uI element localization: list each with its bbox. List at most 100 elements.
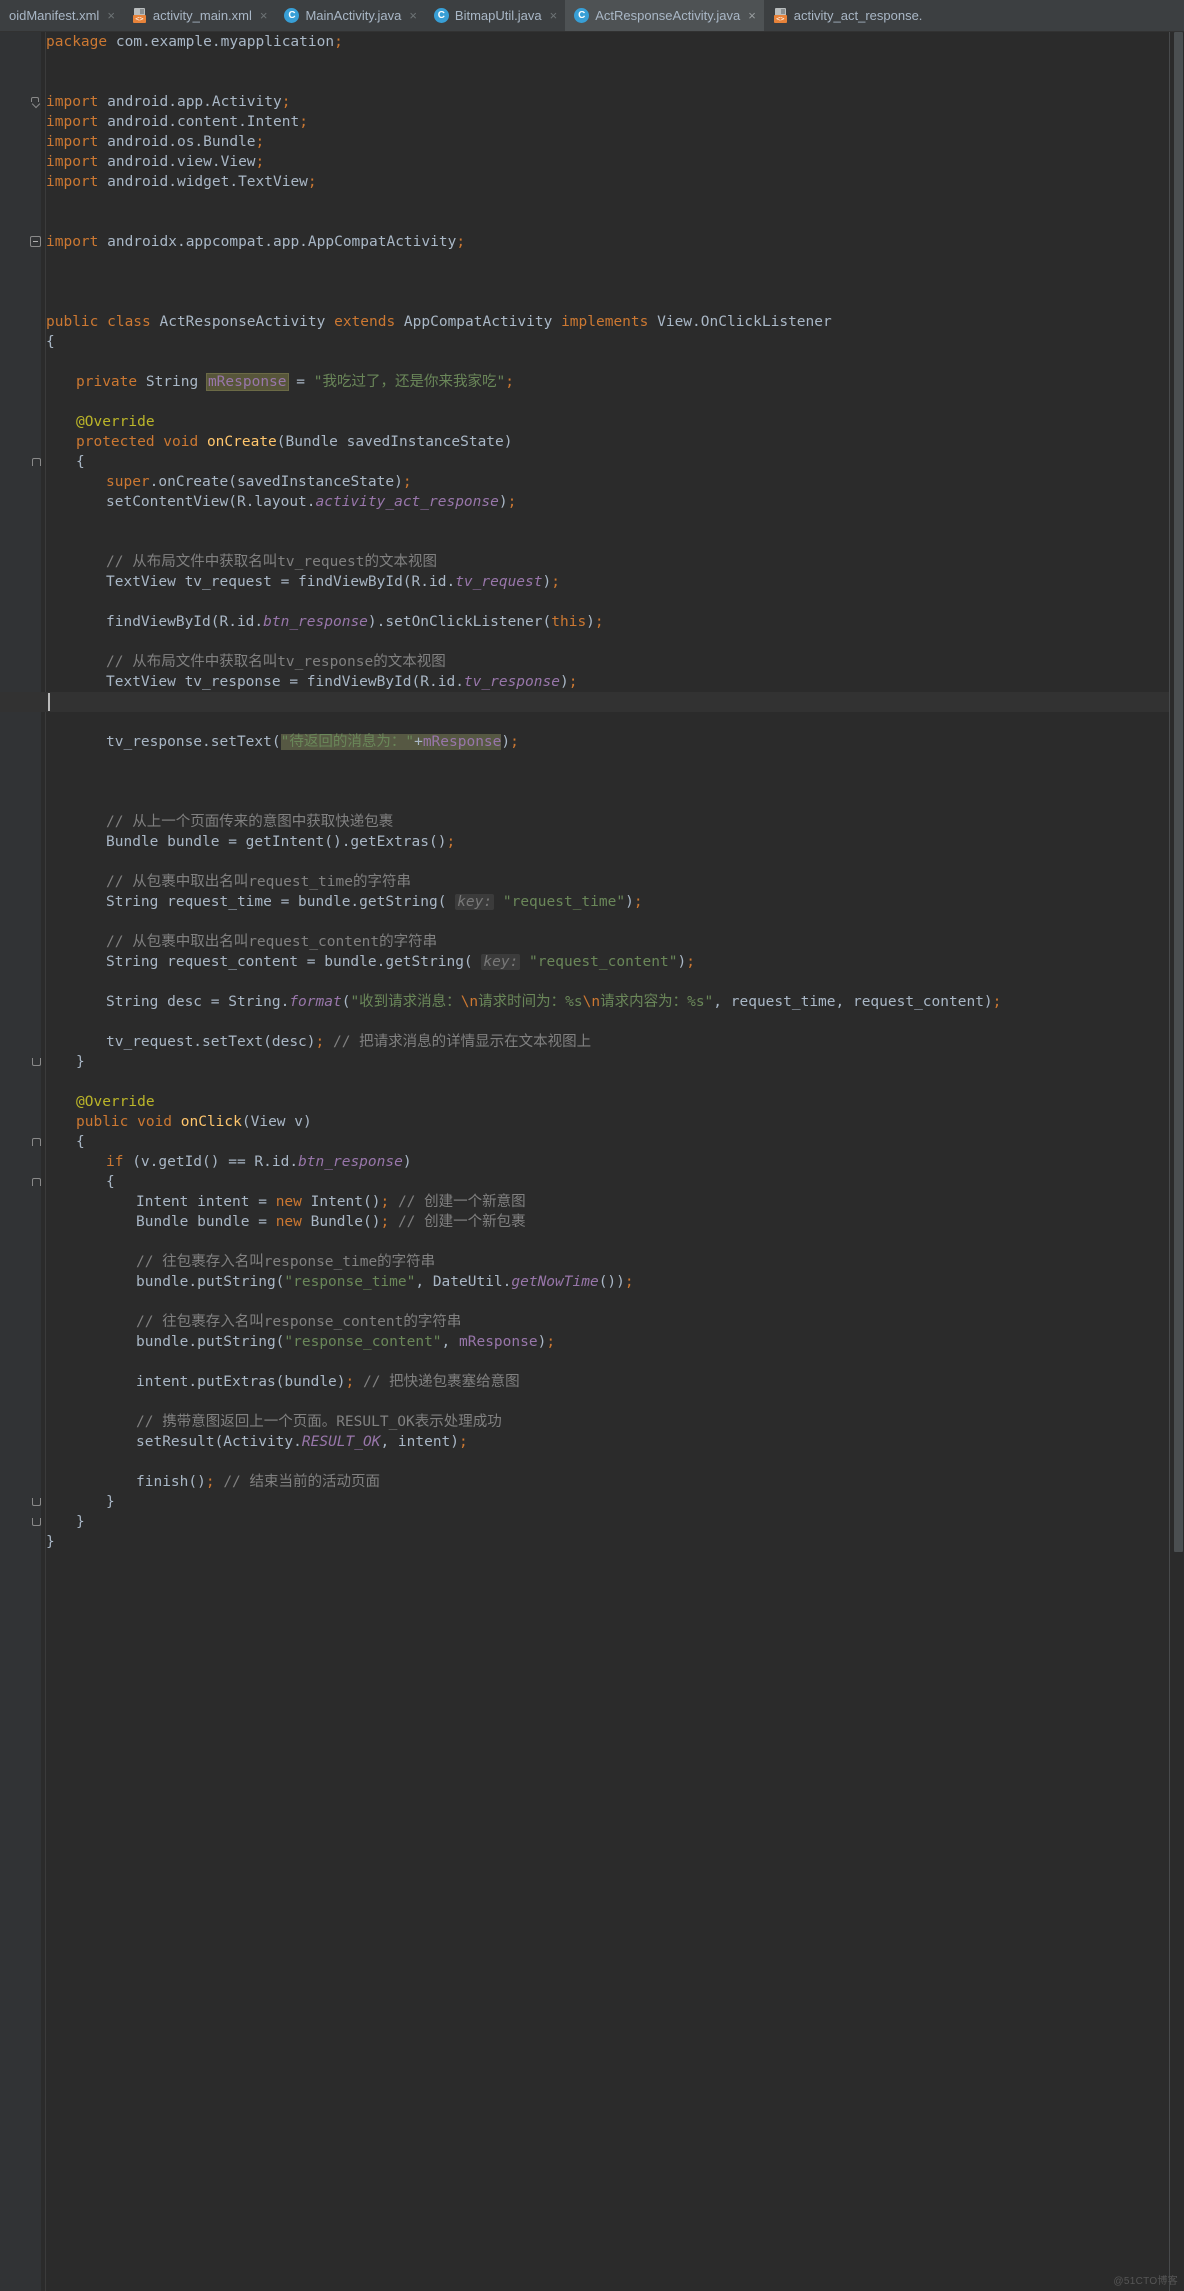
fold-block-open-icon[interactable] — [32, 1178, 41, 1186]
code-line[interactable]: // 从包裹中取出名叫request_time的字符串 — [0, 872, 1184, 892]
fold-block-open-icon[interactable] — [32, 458, 41, 466]
code-line[interactable] — [0, 632, 1184, 652]
close-icon[interactable]: × — [407, 0, 417, 31]
fold-block-close-icon[interactable] — [32, 1058, 41, 1066]
editor-tab-bar[interactable]: oidManifest.xml × <> activity_main.xml × C Mai… — [0, 0, 1184, 32]
code-line[interactable]: @Override — [0, 412, 1184, 432]
code-line[interactable]: bundle.putString("response_content", mRe… — [0, 1332, 1184, 1352]
code-line[interactable] — [0, 392, 1184, 412]
code-line[interactable]: @Override — [0, 1092, 1184, 1112]
close-icon[interactable]: × — [746, 0, 756, 31]
code-line[interactable]: package com.example.myapplication; — [0, 32, 1184, 52]
code-line[interactable]: } — [0, 1052, 1184, 1072]
code-line[interactable] — [0, 592, 1184, 612]
fold-minus-icon[interactable] — [30, 236, 41, 247]
code-line[interactable]: { — [0, 1132, 1184, 1152]
code-line[interactable]: // 往包裹存入名叫response_content的字符串 — [0, 1312, 1184, 1332]
code-line[interactable] — [0, 192, 1184, 212]
code-line[interactable]: Bundle bundle = getIntent().getExtras(); — [0, 832, 1184, 852]
vertical-scrollbar[interactable] — [1170, 32, 1184, 2291]
fold-block-open-icon[interactable] — [32, 1138, 41, 1146]
code-line[interactable]: } — [0, 1532, 1184, 1552]
editor-tab-3[interactable]: C BitmapUtil.java × — [424, 0, 566, 31]
code-line[interactable]: setContentView(R.layout.activity_act_res… — [0, 492, 1184, 512]
code-line[interactable]: findViewById(R.id.btn_response).setOnCli… — [0, 612, 1184, 632]
code-line[interactable] — [0, 52, 1184, 72]
code-line[interactable]: intent.putExtras(bundle); // 把快递包裹塞给意图 — [0, 1372, 1184, 1392]
editor-tab-2[interactable]: C MainActivity.java × — [275, 0, 425, 31]
code-line[interactable] — [0, 1352, 1184, 1372]
code-line[interactable]: import android.view.View; — [0, 152, 1184, 172]
close-icon[interactable]: × — [105, 0, 115, 31]
code-line[interactable] — [0, 292, 1184, 312]
code-line[interactable] — [0, 912, 1184, 932]
fold-block-close-icon[interactable] — [32, 1498, 41, 1506]
code-editor[interactable]: package com.example.myapplication; import… — [0, 32, 1184, 2291]
code-line[interactable]: // 从上一个页面传来的意图中获取快递包裹 — [0, 812, 1184, 832]
code-line[interactable]: super.onCreate(savedInstanceState); — [0, 472, 1184, 492]
code-line[interactable]: import androidx.appcompat.app.AppCompatA… — [0, 232, 1184, 252]
code-line[interactable] — [0, 212, 1184, 232]
editor-tab-1[interactable]: <> activity_main.xml × — [122, 0, 276, 31]
editor-tab-4[interactable]: C ActResponseActivity.java × — [565, 0, 764, 31]
code-line[interactable]: import android.content.Intent; — [0, 112, 1184, 132]
editor-tab-0[interactable]: oidManifest.xml × — [0, 0, 123, 31]
code-line[interactable]: String request_time = bundle.getString( … — [0, 892, 1184, 912]
code-line[interactable] — [0, 1072, 1184, 1092]
code-line[interactable] — [0, 532, 1184, 552]
code-line[interactable]: if (v.getId() == R.id.btn_response) — [0, 1152, 1184, 1172]
code-line[interactable] — [0, 712, 1184, 732]
code-line[interactable]: protected void onCreate(Bundle savedInst… — [0, 432, 1184, 452]
code-line[interactable]: bundle.putString("response_time", DateUt… — [0, 1272, 1184, 1292]
code-line[interactable]: import android.os.Bundle; — [0, 132, 1184, 152]
code-line[interactable]: TextView tv_request = findViewById(R.id.… — [0, 572, 1184, 592]
code-content[interactable]: package com.example.myapplication; import… — [0, 32, 1184, 2291]
code-line[interactable]: } — [0, 1492, 1184, 1512]
code-line[interactable]: String request_content = bundle.getStrin… — [0, 952, 1184, 972]
code-line[interactable]: // 从布局文件中获取名叫tv_response的文本视图 — [0, 652, 1184, 672]
close-icon[interactable]: × — [258, 0, 268, 31]
scrollbar-thumb[interactable] — [1174, 32, 1183, 1552]
code-line[interactable] — [0, 252, 1184, 272]
code-line[interactable] — [0, 1012, 1184, 1032]
code-line[interactable]: import android.app.Activity; — [0, 92, 1184, 112]
code-line[interactable] — [0, 352, 1184, 372]
code-line[interactable]: Bundle bundle = new Bundle(); // 创建一个新包裹 — [0, 1212, 1184, 1232]
fold-block-close-icon[interactable] — [32, 1518, 41, 1526]
code-line[interactable] — [0, 272, 1184, 292]
code-line[interactable]: finish(); // 结束当前的活动页面 — [0, 1472, 1184, 1492]
code-line[interactable]: // 携带意图返回上一个页面。RESULT_OK表示处理成功 — [0, 1412, 1184, 1432]
code-line[interactable]: } — [0, 1512, 1184, 1532]
code-line[interactable] — [0, 512, 1184, 532]
code-line[interactable]: TextView tv_response = findViewById(R.id… — [0, 672, 1184, 692]
code-line[interactable]: // 从包裹中取出名叫request_content的字符串 — [0, 932, 1184, 952]
code-line[interactable] — [0, 972, 1184, 992]
code-line[interactable] — [0, 1392, 1184, 1412]
code-line[interactable]: public class ActResponseActivity extends… — [0, 312, 1184, 332]
fold-collapse-icon[interactable] — [30, 96, 41, 107]
close-icon[interactable]: × — [548, 0, 558, 31]
editor-tab-5[interactable]: <> activity_act_response. — [763, 0, 931, 31]
code-line[interactable] — [0, 1232, 1184, 1252]
code-line[interactable] — [0, 752, 1184, 772]
code-line[interactable]: import android.widget.TextView; — [0, 172, 1184, 192]
code-line[interactable] — [0, 1292, 1184, 1312]
code-line[interactable]: tv_request.setText(desc); // 把请求消息的详情显示在… — [0, 1032, 1184, 1052]
code-line[interactable] — [0, 852, 1184, 872]
code-line[interactable]: // 往包裹存入名叫response_time的字符串 — [0, 1252, 1184, 1272]
code-line[interactable]: setResult(Activity.RESULT_OK, intent); — [0, 1432, 1184, 1452]
code-line[interactable]: tv_response.setText("待返回的消息为："+mResponse… — [0, 732, 1184, 752]
code-line[interactable]: { — [0, 452, 1184, 472]
code-line[interactable] — [0, 1452, 1184, 1472]
code-line[interactable]: public void onClick(View v) — [0, 1112, 1184, 1132]
code-line[interactable] — [0, 772, 1184, 792]
code-line[interactable]: String desc = String.format("收到请求消息：\n请求… — [0, 992, 1184, 1012]
code-line[interactable]: private String mResponse = "我吃过了，还是你来我家吃… — [0, 372, 1184, 392]
code-line[interactable]: { — [0, 332, 1184, 352]
code-line[interactable] — [0, 792, 1184, 812]
code-line[interactable]: Intent intent = new Intent(); // 创建一个新意图 — [0, 1192, 1184, 1212]
code-line[interactable] — [0, 72, 1184, 92]
code-line[interactable]: { — [0, 1172, 1184, 1192]
code-line[interactable]: // 从布局文件中获取名叫tv_request的文本视图 — [0, 552, 1184, 572]
code-line[interactable] — [0, 692, 1184, 712]
